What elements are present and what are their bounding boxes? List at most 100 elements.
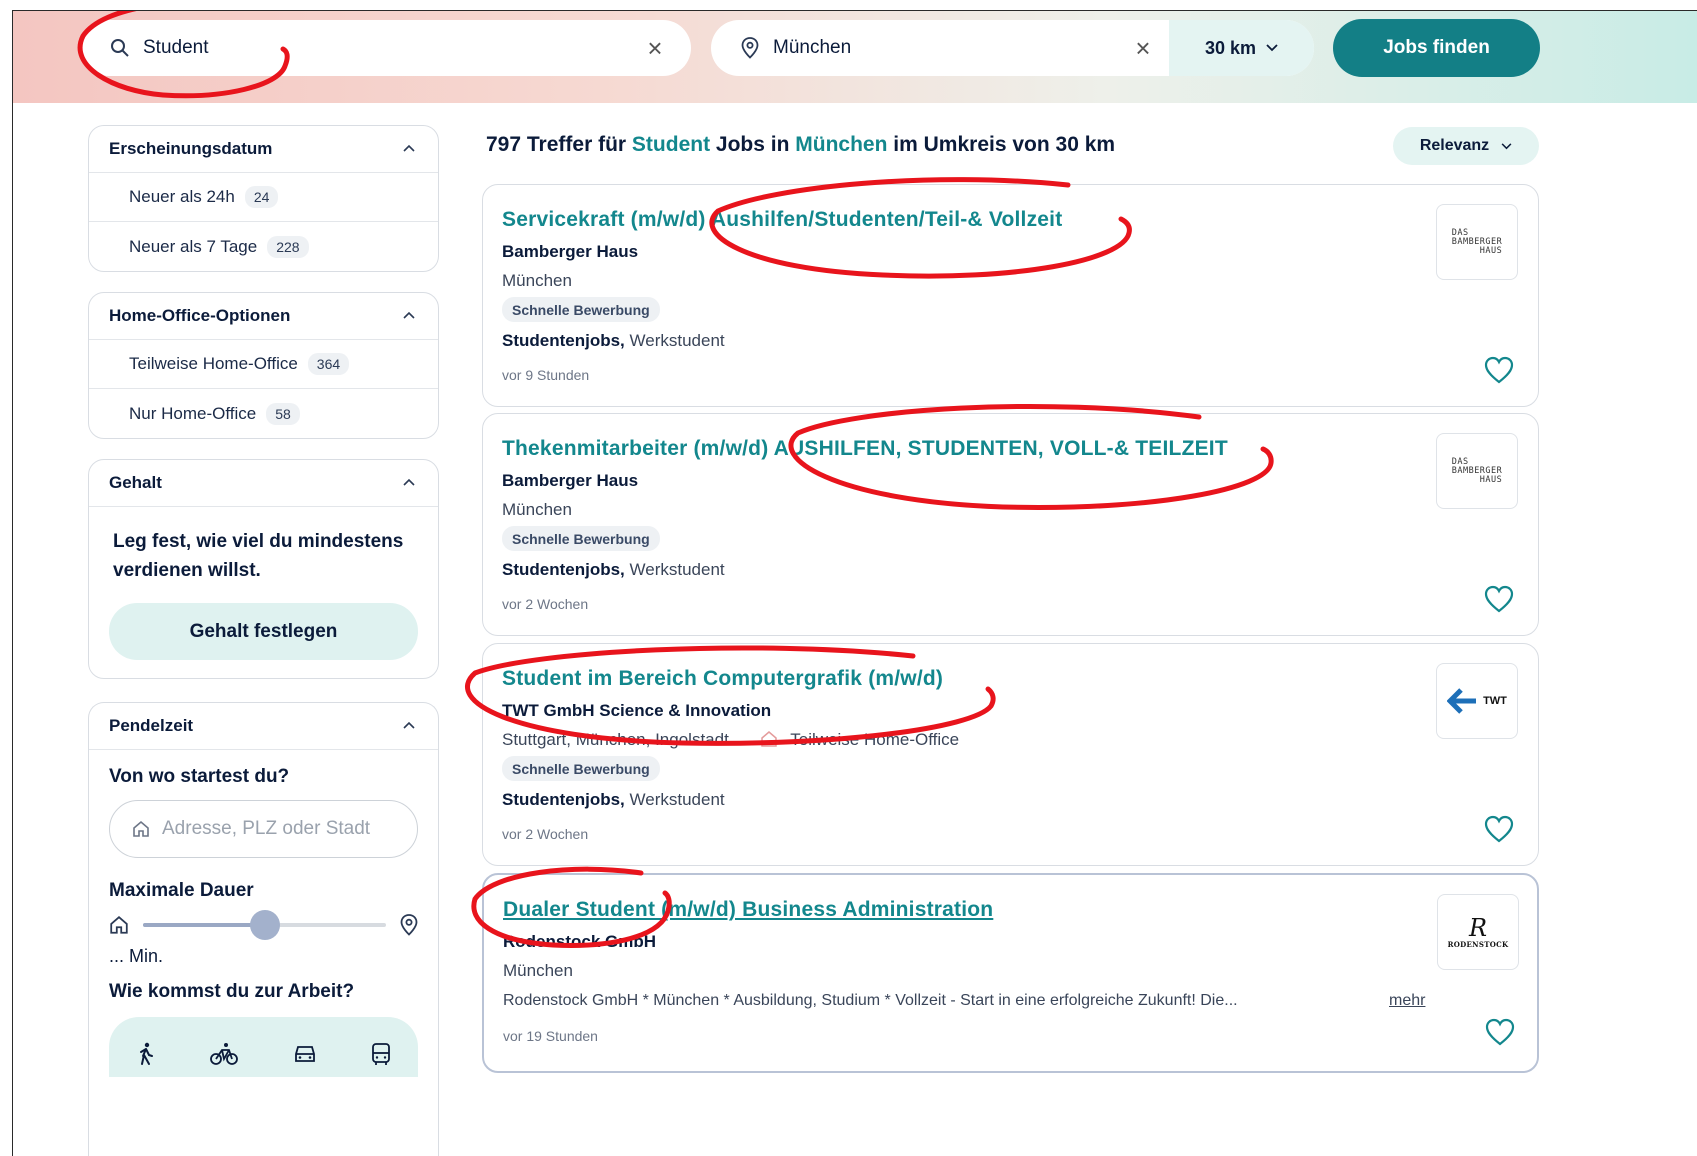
commute-start-label: Von wo startest du?: [109, 766, 290, 787]
option-count: 24: [244, 186, 279, 208]
option-count: 58: [266, 402, 300, 425]
favorite-heart-icon[interactable]: [1483, 355, 1515, 385]
duration-slider-fill: [143, 923, 265, 927]
job-posted-time: vor 2 Wochen: [502, 826, 589, 842]
bamberger-haus-logo: DAS BAMBERGER HAUS: [1451, 227, 1503, 256]
filter-option-24h[interactable]: Neuer als 24h 24: [89, 173, 438, 222]
keyword-search-field[interactable]: Student ×: [81, 20, 691, 76]
chevron-up-icon: [403, 311, 415, 319]
results-query: Student: [631, 133, 711, 156]
chevron-down-icon: [1501, 142, 1512, 149]
job-card[interactable]: Servicekraft (m/w/d) Aushilfen/Studenten…: [482, 184, 1539, 407]
bike-icon[interactable]: [209, 1042, 239, 1066]
more-link[interactable]: mehr: [1389, 992, 1425, 1010]
job-description: Rodenstock GmbH * München * Ausbildung, …: [503, 992, 1238, 1009]
location-search-field[interactable]: München × 30 km: [711, 20, 1314, 76]
location-pin-icon: [400, 914, 418, 936]
browser-viewport: Student × München × 30 km Jobs finden Er…: [12, 10, 1697, 1156]
keyword-input[interactable]: Student: [143, 37, 635, 59]
filter-commute-title: Pendelzeit: [109, 716, 194, 735]
location-input[interactable]: München: [773, 37, 1123, 59]
car-icon[interactable]: [292, 1043, 318, 1065]
company-logo: DAS BAMBERGER HAUS: [1436, 433, 1518, 509]
job-card[interactable]: Student im Bereich Computergrafik (m/w/d…: [482, 643, 1539, 866]
quick-apply-badge: Schnelle Bewerbung: [502, 526, 660, 551]
bamberger-haus-logo: DAS BAMBERGER HAUS: [1451, 456, 1503, 485]
max-duration-label: Maximale Dauer: [109, 880, 254, 901]
company-logo: R RODENSTOCK: [1437, 894, 1519, 970]
results-count: 797: [486, 133, 522, 156]
results-text: Jobs in: [715, 133, 790, 156]
company-logo: TWT: [1436, 663, 1518, 739]
job-card[interactable]: Thekenmitarbeiter (m/w/d) AUSHILFEN, STU…: [482, 413, 1539, 636]
filter-date-header[interactable]: Erscheinungsdatum: [89, 126, 438, 173]
job-title[interactable]: Thekenmitarbeiter (m/w/d) AUSHILFEN, STU…: [502, 437, 1228, 461]
company-logo: DAS BAMBERGER HAUS: [1436, 204, 1518, 280]
radius-select[interactable]: 30 km: [1169, 20, 1314, 76]
clear-keyword-icon[interactable]: ×: [635, 35, 675, 61]
results-location: München: [795, 133, 888, 156]
job-location: München: [502, 271, 572, 290]
chevron-up-icon: [403, 721, 415, 729]
bus-icon[interactable]: [370, 1042, 392, 1066]
sort-value: Relevanz: [1419, 137, 1490, 154]
tag-primary: Studentenjobs,: [502, 560, 625, 579]
filter-salary-title: Gehalt: [109, 473, 162, 492]
filter-commute-header[interactable]: Pendelzeit: [89, 703, 438, 750]
favorite-heart-icon[interactable]: [1483, 584, 1515, 614]
clear-location-icon[interactable]: ×: [1123, 35, 1163, 61]
results-summary: 797 Treffer für Student Jobs in München …: [486, 133, 1115, 157]
chevron-up-icon: [403, 478, 415, 486]
tag-secondary: Werkstudent: [629, 560, 725, 579]
filter-date-title: Erscheinungsdatum: [109, 139, 273, 158]
job-location: München: [502, 500, 572, 519]
quick-apply-badge: Schnelle Bewerbung: [502, 756, 660, 781]
favorite-heart-icon[interactable]: [1484, 1017, 1516, 1047]
find-jobs-button[interactable]: Jobs finden: [1333, 19, 1540, 77]
job-title[interactable]: Servicekraft (m/w/d) Aushilfen/Studenten…: [502, 208, 1062, 232]
transport-options: [109, 1017, 418, 1077]
filter-option-full-home-office[interactable]: Nur Home-Office 58: [89, 389, 438, 438]
duration-slider-handle[interactable]: [249, 910, 280, 940]
results-text: Treffer für: [526, 133, 627, 156]
filter-option-partial-home-office[interactable]: Teilweise Home-Office 364: [89, 340, 438, 389]
option-count: 364: [307, 353, 350, 375]
location-pin-icon: [739, 37, 761, 59]
duration-slider[interactable]: [143, 910, 386, 940]
commute-address-input[interactable]: Adresse, PLZ oder Stadt: [109, 800, 418, 858]
address-placeholder: Adresse, PLZ oder Stadt: [162, 818, 371, 839]
filter-home-office-header[interactable]: Home-Office-Optionen: [89, 293, 438, 340]
quick-apply-badge: Schnelle Bewerbung: [502, 297, 660, 322]
filter-home-office-panel: Home-Office-Optionen Teilweise Home-Offi…: [88, 292, 439, 439]
twt-logo: TWT: [1447, 688, 1507, 714]
job-posted-time: vor 9 Stunden: [502, 367, 590, 383]
filter-option-7-days[interactable]: Neuer als 7 Tage 228: [89, 222, 438, 271]
filter-salary-header[interactable]: Gehalt: [89, 460, 438, 507]
filter-salary-panel: Gehalt Leg fest, wie viel du mindestens …: [88, 459, 439, 679]
radius-value: 30 km: [1204, 37, 1257, 58]
tag-secondary: Werkstudent: [629, 790, 725, 809]
job-company: Bamberger Haus: [502, 242, 639, 261]
search-bar: Student × München × 30 km Jobs finden: [13, 11, 1697, 103]
option-label: Teilweise Home-Office: [129, 354, 298, 373]
arrow-left-icon: [1447, 688, 1477, 714]
filter-home-office-title: Home-Office-Optionen: [109, 306, 291, 325]
chevron-down-icon: [1266, 44, 1278, 52]
tag-primary: Studentenjobs,: [502, 331, 625, 350]
job-posted-time: vor 19 Stunden: [503, 1028, 598, 1044]
set-salary-button[interactable]: Gehalt festlegen: [109, 603, 418, 660]
favorite-heart-icon[interactable]: [1483, 814, 1515, 844]
job-company: TWT GmbH Science & Innovation: [502, 701, 772, 720]
option-label: Neuer als 24h: [129, 187, 235, 206]
filter-date-panel: Erscheinungsdatum Neuer als 24h 24 Neuer…: [88, 125, 439, 272]
transport-label: Wie kommst du zur Arbeit?: [109, 981, 355, 1002]
job-card[interactable]: Dualer Student (m/w/d) Business Administ…: [482, 873, 1539, 1073]
job-tags: Studentenjobs, Werkstudent: [502, 790, 725, 810]
sort-select[interactable]: Relevanz: [1393, 127, 1539, 165]
job-title[interactable]: Dualer Student (m/w/d) Business Administ…: [503, 898, 993, 922]
job-title[interactable]: Student im Bereich Computergrafik (m/w/d…: [502, 667, 943, 691]
job-posted-time: vor 2 Wochen: [502, 596, 589, 612]
job-company: Bamberger Haus: [502, 471, 639, 490]
walk-icon[interactable]: [135, 1042, 157, 1066]
results-text: im Umkreis von 30 km: [893, 133, 1116, 156]
